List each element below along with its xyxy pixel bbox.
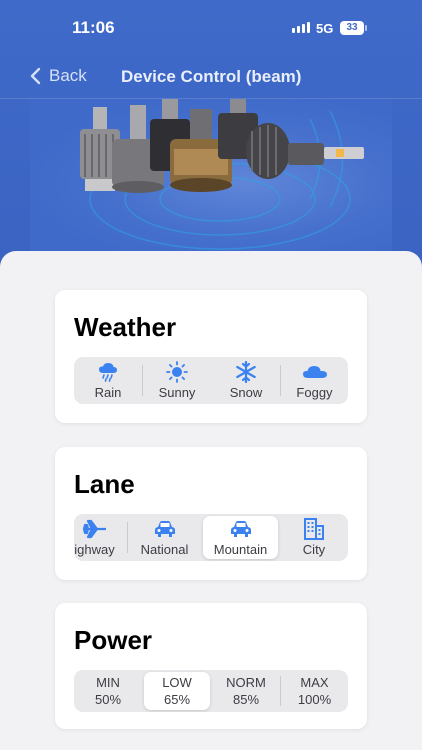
airplane-icon: [82, 518, 107, 540]
rain-cloud-icon: [98, 361, 118, 383]
weather-option-snow[interactable]: Snow: [212, 357, 280, 404]
lane-segmented-control: ighway National Mountain City: [74, 514, 348, 561]
content-sheet: Weather Rain Sunny Snow Foggy Lane ighwa…: [0, 251, 422, 750]
status-bar: 11:06 5G 33: [0, 0, 422, 56]
network-type: 5G: [316, 21, 334, 36]
power-option-max[interactable]: MAX 100%: [281, 670, 348, 712]
lane-card: Lane ighway National Mountain City: [55, 447, 367, 580]
sun-icon: [166, 361, 188, 383]
lane-option-national[interactable]: National: [128, 514, 201, 561]
power-option-label: MIN: [96, 675, 120, 690]
weather-option-label: Sunny: [158, 385, 196, 400]
weather-option-label: Snow: [229, 385, 263, 400]
back-button[interactable]: Back: [30, 66, 87, 86]
power-title: Power: [74, 625, 153, 655]
snowflake-icon: [235, 361, 257, 383]
weather-option-label: Rain: [94, 385, 122, 400]
chevron-left-icon: [30, 67, 41, 85]
signal-icon: [292, 22, 310, 33]
weather-option-label: Foggy: [296, 385, 333, 400]
power-option-norm[interactable]: NORM 85%: [212, 670, 280, 712]
power-option-label: LOW: [162, 675, 192, 690]
cloud-icon: [302, 361, 327, 383]
page-title: Device Control (beam): [121, 67, 302, 86]
power-option-value: 100%: [297, 692, 332, 707]
buildings-icon: [304, 518, 324, 540]
lane-option-city[interactable]: City: [280, 514, 348, 561]
lane-option-label: City: [302, 542, 326, 557]
weather-option-rain[interactable]: Rain: [74, 357, 142, 404]
power-option-value: 65%: [163, 692, 191, 707]
status-time: 11:06: [72, 18, 115, 37]
weather-segmented-control: Rain Sunny Snow Foggy: [74, 357, 348, 404]
power-option-value: 85%: [232, 692, 260, 707]
power-card: Power MIN 50% LOW 65% NORM 85% MAX 100%: [55, 603, 367, 729]
power-option-min[interactable]: MIN 50%: [74, 670, 142, 712]
weather-card: Weather Rain Sunny Snow Foggy: [55, 290, 367, 423]
weather-option-sunny[interactable]: Sunny: [143, 357, 211, 404]
power-option-low[interactable]: LOW 65%: [144, 672, 210, 710]
lane-option-highway[interactable]: ighway: [74, 514, 127, 561]
lane-option-label: National: [140, 542, 189, 557]
power-option-label: NORM: [226, 675, 266, 690]
power-option-label: MAX: [300, 675, 329, 690]
product-image: [30, 99, 392, 251]
header-background: 11:06 5G 33 Back Device Control (beam): [0, 0, 422, 270]
car-icon: [154, 518, 176, 540]
weather-option-foggy[interactable]: Foggy: [281, 357, 348, 404]
lane-option-label: Mountain: [213, 542, 268, 557]
lane-option-mountain[interactable]: Mountain: [203, 516, 278, 559]
lane-option-label: ighway: [74, 542, 115, 557]
power-segmented-control: MIN 50% LOW 65% NORM 85% MAX 100%: [74, 670, 348, 712]
weather-title: Weather: [74, 312, 177, 342]
power-option-value: 50%: [94, 692, 122, 707]
car-icon: [230, 518, 252, 540]
battery-icon: 33: [340, 21, 367, 35]
lane-title: Lane: [74, 469, 135, 499]
back-label: Back: [49, 66, 87, 85]
